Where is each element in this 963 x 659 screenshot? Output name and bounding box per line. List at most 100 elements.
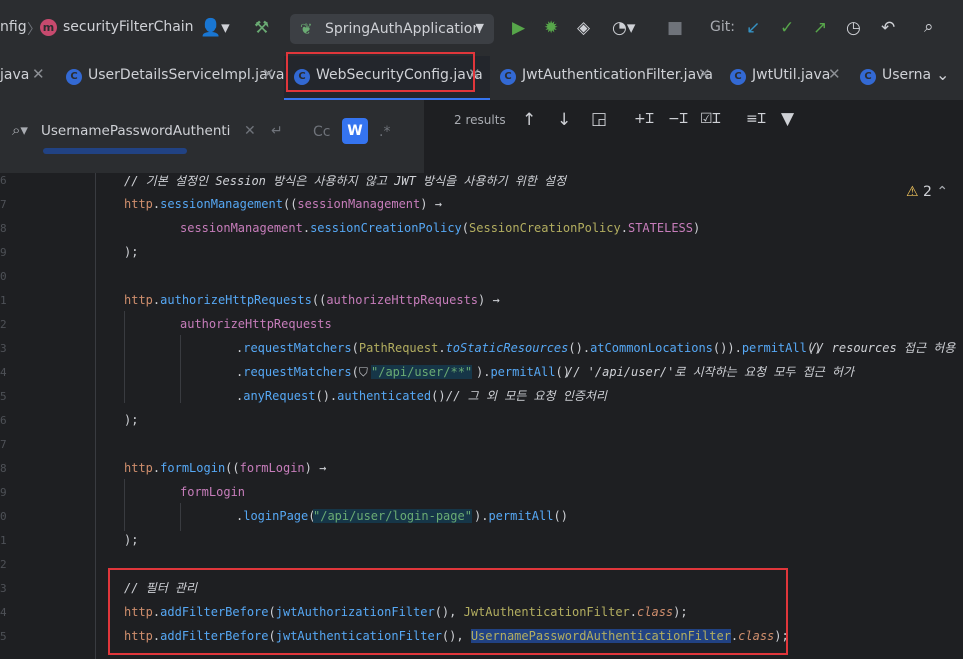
git-push-icon[interactable]: ↗	[813, 19, 827, 37]
find-bar: ⌕▾ UsernamePasswordAuthentication ✕ ↵ Cc…	[0, 100, 424, 173]
history-icon[interactable]: ◷	[846, 19, 861, 37]
line-number: 1	[0, 534, 7, 547]
code-line: http.authorizeHttpRequests((authorizeHtt…	[124, 293, 500, 307]
close-icon[interactable]: ✕	[262, 65, 275, 83]
line-number: 4	[0, 606, 7, 619]
line-number: 6	[0, 414, 7, 427]
tab-label: UserDetailsServiceImpl.java	[88, 67, 285, 83]
warnings-count: 2	[923, 184, 932, 200]
tab-label: JwtUtil.java	[752, 67, 831, 83]
newline-icon[interactable]: ↵	[271, 122, 283, 140]
tab-label: java	[0, 67, 30, 83]
code-line: http.sessionManagement((sessionManagemen…	[124, 197, 442, 211]
class-icon	[730, 69, 746, 85]
code-line: ).permitAll()	[476, 365, 578, 379]
code-line: );	[124, 533, 139, 547]
indent-guide	[95, 173, 96, 659]
tab-jwtauthenticationfilter[interactable]: JwtAuthenticationFilter.java ✕	[490, 56, 720, 100]
class-icon	[860, 69, 876, 85]
line-number: 8	[0, 462, 7, 475]
run-icon[interactable]: ▶	[512, 19, 525, 37]
line-number: 5	[0, 630, 7, 643]
line-number: 0	[0, 270, 7, 283]
warnings-indicator[interactable]: ⚠ 2 ⌃	[906, 184, 948, 200]
previous-occurrence-icon[interactable]: ↑	[522, 111, 536, 129]
whole-words-toggle[interactable]: W	[342, 118, 368, 144]
tab-userdetailsserviceimpl[interactable]: UserDetailsServiceImpl.java ✕	[54, 56, 285, 100]
remove-occurrence-icon[interactable]: −Ɪ	[668, 110, 688, 128]
run-configuration-selector[interactable]: ❦ SpringAuthApplication ▼	[290, 14, 494, 44]
string-literal: "/api/user/login-page"	[313, 509, 472, 523]
debug-icon[interactable]: ✹	[544, 19, 558, 37]
code-line: .anyRequest().authenticated()	[236, 389, 453, 403]
code-line: ).permitAll()	[474, 509, 568, 523]
tab-jwtutil[interactable]: JwtUtil.java ✕	[720, 56, 848, 100]
build-hammer-icon[interactable]: ⚒	[254, 19, 269, 37]
regex-toggle[interactable]: .*	[379, 123, 390, 141]
filter-highlight-box	[108, 568, 788, 655]
tabs-dropdown-icon[interactable]: ⌄	[936, 66, 949, 84]
editor-tabs: java ✕ UserDetailsServiceImpl.java ✕ Web…	[0, 56, 963, 101]
line-number: 6	[0, 174, 7, 187]
line-number: 7	[0, 438, 7, 451]
open-in-window-icon[interactable]: ◲	[591, 110, 607, 128]
code-line: .requestMatchers(PathRequest.toStaticRes…	[236, 341, 829, 355]
close-icon[interactable]: ✕	[828, 65, 841, 83]
code-line: authorizeHttpRequests	[180, 317, 332, 331]
filter-search-results-icon[interactable]: ≡Ɪ	[746, 110, 766, 128]
line-number: 3	[0, 342, 7, 355]
match-case-toggle[interactable]: Cc	[313, 123, 330, 141]
class-icon	[500, 69, 516, 85]
class-icon	[66, 69, 82, 85]
find-scrollbar[interactable]	[43, 148, 187, 154]
indent-guide	[124, 311, 125, 403]
line-number: 0	[0, 510, 7, 523]
stop-icon[interactable]: ■	[667, 19, 683, 37]
undo-icon[interactable]: ↶	[881, 19, 895, 37]
clear-icon[interactable]: ✕	[244, 122, 256, 140]
spring-leaf-icon: ❦	[300, 20, 313, 38]
select-all-occurrences-icon[interactable]: ☑Ɪ	[700, 110, 720, 128]
search-icon[interactable]: ⌕▾	[12, 121, 28, 139]
tab-config-java[interactable]: java ✕	[0, 56, 54, 100]
comment-session: // 기본 설정인 Session 방식은 사용하지 않고 JWT 방식을 사용…	[124, 174, 567, 188]
git-update-icon[interactable]: ↙	[746, 19, 760, 37]
line-number: 9	[0, 486, 7, 499]
tab-highlight-box	[286, 52, 475, 92]
indent-guide	[124, 479, 125, 531]
line-gutter: 6 7 8 9 0 1 2 3 4 5 6 7 8 9 0 1 2 3 4 5	[0, 173, 20, 659]
line-number: 1	[0, 294, 7, 307]
find-input[interactable]: UsernamePasswordAuthentication	[41, 123, 231, 139]
git-commit-icon[interactable]: ✓	[780, 19, 794, 37]
add-occurrence-icon[interactable]: +Ɪ	[634, 110, 654, 128]
warning-icon: ⚠	[906, 184, 919, 200]
breadcrumb-class[interactable]: nfig	[0, 19, 27, 35]
find-results-bar: 2 results ↑ ↓ ◲ +Ɪ −Ɪ ☑Ɪ ≡Ɪ ▼	[424, 100, 963, 140]
profile-icon[interactable]: ◔▾	[612, 19, 635, 37]
user-dropdown-icon[interactable]: 👤▾	[200, 19, 230, 37]
tab-label: Userna	[882, 67, 932, 83]
search-icon[interactable]: ⌕	[924, 18, 934, 36]
tab-username[interactable]: Userna	[848, 56, 932, 100]
close-icon[interactable]: ✕	[698, 65, 711, 83]
filter-icon[interactable]: ▼	[781, 110, 794, 128]
comment-authenticated: // 그 외 모든 요청 인증처리	[446, 389, 607, 403]
code-line: formLogin	[180, 485, 246, 499]
close-icon[interactable]: ✕	[32, 65, 45, 83]
comment-resources: // resources 접근 허용	[810, 341, 956, 355]
next-occurrence-icon[interactable]: ↓	[557, 111, 571, 129]
git-label: Git:	[710, 19, 735, 35]
line-number: 7	[0, 198, 7, 211]
code-line: );	[124, 413, 139, 427]
method-icon: m	[40, 19, 57, 36]
line-number: 5	[0, 390, 7, 403]
code-line: sessionManagement.sessionCreationPolicy(…	[180, 221, 701, 235]
indent-guide	[180, 335, 181, 403]
line-number: 3	[0, 582, 7, 595]
line-number: 8	[0, 222, 7, 235]
chevron-up-icon: ⌃	[936, 184, 949, 200]
results-count: 2 results	[454, 113, 506, 127]
chevron-down-icon: ▼	[475, 21, 484, 34]
breadcrumb-method[interactable]: securityFilterChain	[63, 19, 194, 35]
coverage-icon[interactable]: ◈	[577, 19, 590, 37]
